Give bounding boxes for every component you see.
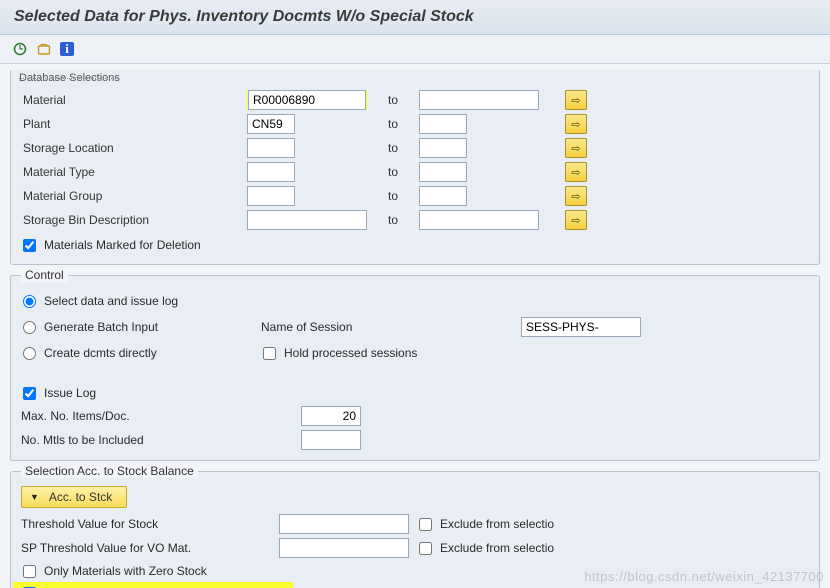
radio-batch[interactable] xyxy=(23,321,36,334)
input-material-to[interactable] xyxy=(419,90,539,110)
label-issue-log: Issue Log xyxy=(44,386,96,400)
chk-hold-row[interactable]: Hold processed sessions xyxy=(261,342,521,364)
chk-exclude1-row[interactable]: Exclude from selectio xyxy=(417,513,637,535)
group-control: Control Select data and issue log Genera… xyxy=(10,275,820,461)
radio-select-log-row[interactable]: Select data and issue log xyxy=(21,290,261,312)
to-label: to xyxy=(373,93,413,107)
label-no-mtls: No. Mtls to be Included xyxy=(21,433,301,447)
chk-exclude1[interactable] xyxy=(419,518,432,531)
input-plant-to[interactable] xyxy=(419,114,467,134)
label-materials-deleted: Materials Marked for Deletion xyxy=(44,238,201,252)
radio-select-log[interactable] xyxy=(23,295,36,308)
label-material-type: Material Type xyxy=(21,165,241,179)
input-plant-from[interactable] xyxy=(247,114,295,134)
input-no-mtls[interactable] xyxy=(301,430,361,450)
input-stbin-to[interactable] xyxy=(419,210,539,230)
radio-batch-row[interactable]: Generate Batch Input xyxy=(21,316,261,338)
to-label: to xyxy=(373,141,413,155)
label-exclude2: Exclude from selectio xyxy=(440,541,554,555)
input-material-from[interactable] xyxy=(248,90,366,110)
input-stbin-from[interactable] xyxy=(247,210,367,230)
multi-select-matgrp-button[interactable]: ⇨ xyxy=(565,186,587,206)
radio-direct-row[interactable]: Create dcmts directly xyxy=(21,342,261,364)
label-hold-sessions: Hold processed sessions xyxy=(284,346,417,360)
input-threshold[interactable] xyxy=(279,514,409,534)
chk-issue-log-row[interactable]: Issue Log xyxy=(21,382,809,404)
label-select-log: Select data and issue log xyxy=(44,294,178,308)
label-storage-location: Storage Location xyxy=(21,141,241,155)
radio-direct[interactable] xyxy=(23,347,36,360)
toolbar: i xyxy=(0,35,830,64)
chk-only-zero-row[interactable]: Only Materials with Zero Stock xyxy=(21,560,809,582)
multi-select-plant-button[interactable]: ⇨ xyxy=(565,114,587,134)
input-max-items[interactable] xyxy=(301,406,361,426)
input-stloc-from[interactable] xyxy=(247,138,295,158)
label-threshold: Threshold Value for Stock xyxy=(21,517,271,531)
group-stock-selection: Selection Acc. to Stock Balance ▼ Acc. t… xyxy=(10,471,820,588)
execute-icon[interactable] xyxy=(12,41,28,57)
group-title-stock: Selection Acc. to Stock Balance xyxy=(21,464,198,478)
multi-select-stloc-button[interactable]: ⇨ xyxy=(565,138,587,158)
label-batch: Generate Batch Input xyxy=(44,320,158,334)
multi-select-stbin-button[interactable]: ⇨ xyxy=(565,210,587,230)
input-mattype-to[interactable] xyxy=(419,162,467,182)
label-session-name: Name of Session xyxy=(261,320,521,334)
chk-materials-deleted[interactable] xyxy=(23,239,36,252)
input-stloc-to[interactable] xyxy=(419,138,467,158)
group-title-control: Control xyxy=(21,268,68,282)
chk-hold-sessions[interactable] xyxy=(263,347,276,360)
acc-to-stock-button[interactable]: ▼ Acc. to Stck xyxy=(21,486,127,508)
label-only-zero: Only Materials with Zero Stock xyxy=(44,564,207,578)
label-max-items: Max. No. Items/Doc. xyxy=(21,409,301,423)
group-title-db: Database Selections xyxy=(19,72,809,84)
chk-only-zero[interactable] xyxy=(23,565,36,578)
acc-to-stock-label: Acc. to Stck xyxy=(49,490,112,504)
label-plant: Plant xyxy=(21,117,241,131)
chk-issue-log[interactable] xyxy=(23,387,36,400)
input-mattype-from[interactable] xyxy=(247,162,295,182)
label-exclude1: Exclude from selectio xyxy=(440,517,554,531)
chk-exclude2[interactable] xyxy=(419,542,432,555)
to-label: to xyxy=(373,213,413,227)
group-database-selections: Database Selections Material to ⇨ Plant … xyxy=(10,70,820,265)
to-label: to xyxy=(373,165,413,179)
multi-select-mattype-button[interactable]: ⇨ xyxy=(565,162,587,182)
to-label: to xyxy=(373,189,413,203)
label-sp-threshold: SP Threshold Value for VO Mat. xyxy=(21,541,271,555)
info-icon[interactable]: i xyxy=(60,42,74,56)
label-storage-bin: Storage Bin Description xyxy=(21,213,241,227)
input-matgrp-to[interactable] xyxy=(419,186,467,206)
label-direct: Create dcmts directly xyxy=(44,346,157,360)
input-session-name[interactable] xyxy=(521,317,641,337)
page-title: Selected Data for Phys. Inventory Docmts… xyxy=(0,0,830,35)
dropdown-triangle-icon: ▼ xyxy=(30,492,39,502)
chk-exclude2-row[interactable]: Exclude from selectio xyxy=(417,537,637,559)
multi-select-material-button[interactable]: ⇨ xyxy=(565,90,587,110)
input-sp-threshold[interactable] xyxy=(279,538,409,558)
label-material: Material xyxy=(21,93,241,107)
input-matgrp-from[interactable] xyxy=(247,186,295,206)
get-variant-icon[interactable] xyxy=(36,41,52,57)
label-material-group: Material Group xyxy=(21,189,241,203)
to-label: to xyxy=(373,117,413,131)
chk-only-wo-zero-row[interactable]: Only Materials W/o Zero Stock xyxy=(13,582,293,588)
